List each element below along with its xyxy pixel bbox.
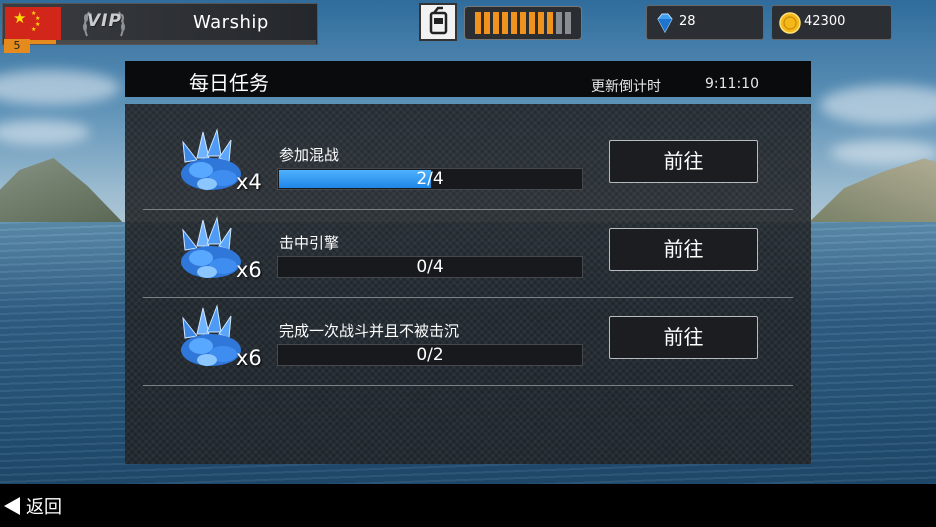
daily-tasks-header: 每日任务 更新倒计时 9:11:10 — [125, 61, 811, 97]
back-button[interactable]: 返回 — [4, 492, 62, 520]
task-name: 完成一次战斗并且不被击沉 — [279, 322, 460, 340]
xp-bar — [30, 40, 316, 44]
fuel-segment — [493, 12, 499, 34]
fuel-segment — [511, 12, 517, 34]
fuel-segment — [520, 12, 526, 34]
task-progress-bar: 2/4 — [277, 168, 583, 190]
fuel-segment — [547, 12, 553, 34]
vip-label: VIP — [87, 11, 122, 31]
fuel-segment — [529, 12, 535, 34]
go-button[interactable]: 前往 — [609, 228, 758, 271]
task-progress-text: 2/4 — [416, 169, 444, 189]
gems-counter[interactable]: 28 — [646, 5, 764, 40]
task-list: x4 参加混战 2/4 前往 x6 击中引擎 0/4 前往 x6 完成一次战斗并… — [125, 104, 811, 464]
blue-diamond-icon — [657, 13, 673, 34]
xp-fill — [30, 40, 56, 44]
task-progress-bar: 0/4 — [277, 256, 583, 278]
row-divider — [143, 209, 793, 210]
task-name: 参加混战 — [279, 146, 340, 164]
gold-coin-icon — [779, 12, 801, 34]
fuel-segment — [556, 12, 562, 34]
fuel-segment — [502, 12, 508, 34]
task-progress-bar: 0/2 — [277, 344, 583, 366]
fuel-segment — [484, 12, 490, 34]
level-badge: 5 — [4, 39, 30, 53]
coins-value: 42300 — [804, 14, 846, 29]
reward-count: x4 — [236, 170, 262, 194]
back-arrow-icon — [4, 497, 20, 515]
gems-value: 28 — [679, 14, 696, 29]
fuel-segment — [475, 12, 481, 34]
go-button[interactable]: 前往 — [609, 316, 758, 359]
fuel-segment — [565, 12, 571, 34]
fuel-gauge — [464, 6, 582, 40]
fuel-can-glyph — [429, 6, 448, 35]
task-progress-text: 0/4 — [416, 257, 444, 277]
back-label: 返回 — [26, 497, 62, 518]
task-row: x4 参加混战 2/4 前往 — [125, 124, 811, 210]
vip-badge[interactable]: VIP — [81, 6, 127, 40]
coins-counter[interactable]: 42300 — [771, 5, 892, 40]
row-divider — [143, 297, 793, 298]
china-flag-icon: ★ ★ ★ ★ ★ — [5, 7, 61, 41]
refresh-countdown-label: 更新倒计时 — [591, 79, 661, 95]
reward-count: x6 — [236, 346, 262, 370]
reward-count: x6 — [236, 258, 262, 282]
go-button[interactable]: 前往 — [609, 140, 758, 183]
fuel-segment — [538, 12, 544, 34]
player-profile[interactable]: ★ ★ ★ ★ ★ VIP Warship — [2, 3, 318, 45]
panel-title: 每日任务 — [189, 71, 269, 95]
task-row: x6 击中引擎 0/4 前往 — [125, 212, 811, 298]
bottom-bar: 返回 — [0, 484, 936, 527]
fuel-can-icon[interactable] — [419, 3, 457, 41]
task-name: 击中引擎 — [279, 234, 340, 252]
task-row: x6 完成一次战斗并且不被击沉 0/2 前往 — [125, 300, 811, 386]
refresh-countdown-time: 9:11:10 — [705, 76, 759, 92]
row-divider — [143, 385, 793, 386]
task-progress-text: 0/2 — [416, 345, 444, 365]
player-name: Warship — [193, 12, 269, 33]
